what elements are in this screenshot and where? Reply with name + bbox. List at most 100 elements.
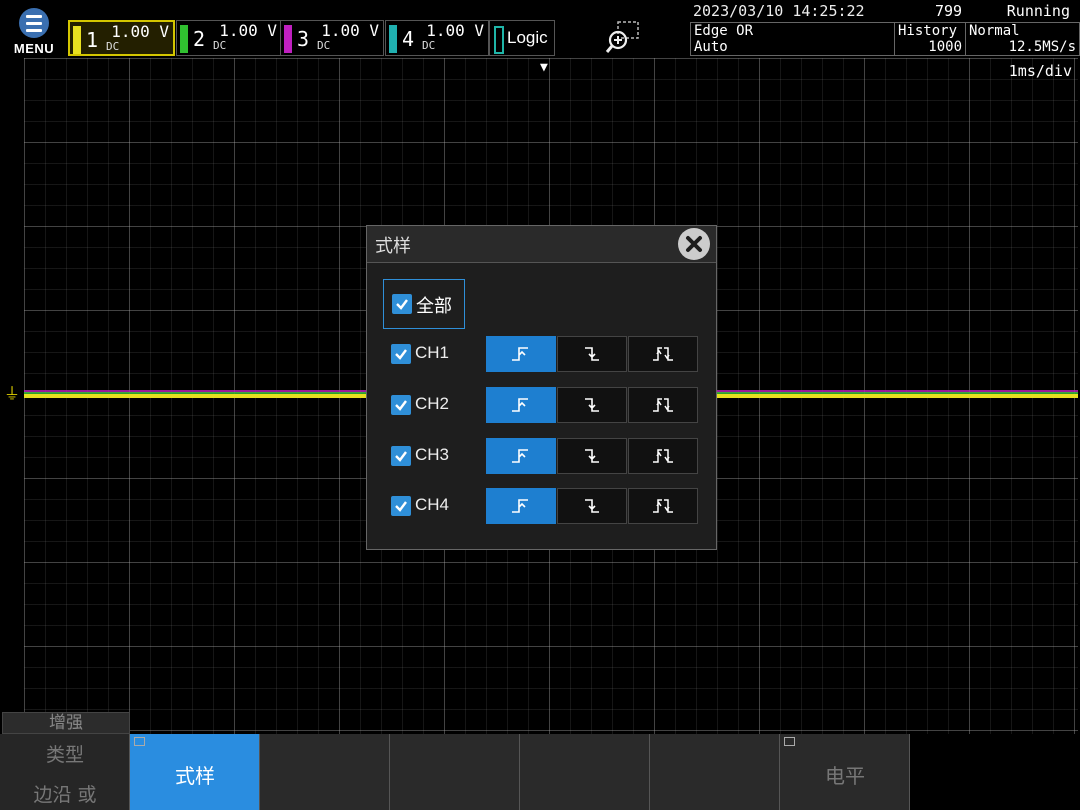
style-softkey-label: 式样 (175, 764, 215, 788)
channel-2-coupling: DC (213, 39, 227, 52)
channel-row-ch4: CH4 (391, 488, 701, 524)
history-label: History (898, 23, 958, 39)
falling-edge-icon (585, 449, 599, 463)
channel-2-color-bar (180, 25, 188, 53)
channel-1-coupling: DC (106, 40, 120, 53)
logic-label: Logic (507, 28, 548, 47)
channel-1-number: 1 (86, 28, 99, 52)
acquisition-mode: Normal (969, 23, 1020, 39)
rising-edge-icon (512, 347, 528, 361)
slope-dialog: 式样 全部 CH1 CH2 CH3 CH4 (366, 225, 717, 550)
ch2-checkbox[interactable] (391, 395, 411, 415)
ch2-rising-edge-button[interactable] (486, 387, 556, 423)
ch3-rising-edge-button[interactable] (486, 438, 556, 474)
both-edges-icon (653, 398, 673, 412)
ch3-checkbox[interactable] (391, 446, 411, 466)
level-softkey-label: 电平 (825, 764, 865, 788)
channel-row-ch2: CH2 (391, 387, 701, 423)
ch3-label: CH3 (415, 445, 450, 464)
channel-4-number: 4 (402, 27, 415, 51)
channel-4-color-bar (389, 25, 397, 53)
status-panel: 2023/03/10 14:25:22 799 Running Edge OR … (690, 0, 1080, 58)
ground-marker-icon[interactable]: ⏚ (4, 380, 20, 404)
channel-row-ch3: CH3 (391, 438, 701, 474)
both-edges-icon (653, 499, 673, 513)
ch1-both-edges-button[interactable] (628, 336, 698, 372)
softkey-3[interactable] (260, 734, 390, 810)
history-info[interactable]: History 1000 (894, 22, 966, 56)
trigger-type-softkey-value: 边沿 或 (33, 784, 97, 806)
falling-edge-icon (585, 347, 599, 361)
channel-3-coupling: DC (317, 39, 331, 52)
channel-4-indicator[interactable]: 4 1.00 V DC (385, 20, 489, 56)
ch1-rising-edge-button[interactable] (486, 336, 556, 372)
trigger-info[interactable]: Edge OR Auto (690, 22, 895, 56)
ch2-both-edges-button[interactable] (628, 387, 698, 423)
channel-1-color-bar (73, 26, 81, 54)
acquisition-count: 799 (935, 2, 963, 20)
channel-3-number: 3 (297, 27, 310, 51)
submenu-icon (134, 737, 145, 746)
datetime: 2023/03/10 14:25:22 (693, 2, 865, 20)
ch1-falling-edge-button[interactable] (557, 336, 627, 372)
channel-4-coupling: DC (422, 39, 436, 52)
logic-color-bar (494, 26, 504, 54)
trigger-type-softkey-label: 类型 (45, 744, 84, 766)
trigger-mode: Auto (694, 39, 728, 55)
close-icon[interactable] (678, 228, 710, 260)
channel-2-number: 2 (193, 27, 206, 51)
ch4-falling-edge-button[interactable] (557, 488, 627, 524)
rising-edge-icon (512, 449, 528, 463)
channel-1-scale: 1.00 V (111, 22, 169, 41)
softkey-bar: 增强 类型 边沿 或 式样 电平 (0, 712, 1080, 810)
channel-row-ch1: CH1 (391, 336, 701, 372)
softkey-6[interactable] (650, 734, 780, 810)
acquisition-info[interactable]: Normal 12.5MS/s (965, 22, 1080, 56)
falling-edge-icon (585, 398, 599, 412)
channel-2-indicator[interactable]: 2 1.00 V DC (176, 20, 282, 56)
sample-rate: 12.5MS/s (1008, 39, 1076, 55)
select-all-label: 全部 (416, 296, 452, 317)
ch2-falling-edge-button[interactable] (557, 387, 627, 423)
dialog-titlebar: 式样 (367, 226, 716, 263)
timebase-readout: 1ms/div (1008, 62, 1072, 80)
ch1-label: CH1 (415, 343, 450, 362)
menu-icon (19, 8, 49, 38)
both-edges-icon (653, 449, 673, 463)
both-edges-icon (653, 347, 673, 361)
channel-2-scale: 1.00 V (219, 21, 277, 40)
ch4-label: CH4 (415, 495, 450, 514)
ch4-rising-edge-button[interactable] (486, 488, 556, 524)
falling-edge-icon (585, 499, 599, 513)
enhance-tab[interactable]: 增强 (2, 712, 130, 734)
rising-edge-icon (512, 499, 528, 513)
channel-3-indicator[interactable]: 3 1.00 V DC (280, 20, 384, 56)
ch1-checkbox[interactable] (391, 344, 411, 364)
dialog-title: 式样 (375, 236, 411, 257)
ch4-both-edges-button[interactable] (628, 488, 698, 524)
channel-3-scale: 1.00 V (321, 21, 379, 40)
channel-1-indicator[interactable]: 1 1.00 V DC (68, 20, 175, 56)
style-softkey[interactable]: 式样 (130, 734, 260, 810)
run-state[interactable]: Running (1007, 2, 1070, 20)
top-bar: MENU 1 1.00 V DC 2 1.00 V DC 3 1.00 V DC… (0, 0, 1080, 58)
menu-button[interactable]: MENU (8, 6, 60, 56)
softkey-4[interactable] (390, 734, 520, 810)
ch4-checkbox[interactable] (391, 496, 411, 516)
channel-4-scale: 1.00 V (426, 21, 484, 40)
ch3-both-edges-button[interactable] (628, 438, 698, 474)
zoom-in-icon[interactable] (604, 20, 642, 56)
level-softkey[interactable]: 电平 (780, 734, 910, 810)
softkey-5[interactable] (520, 734, 650, 810)
menu-label: MENU (13, 41, 55, 56)
trigger-type-softkey[interactable]: 类型 边沿 或 (0, 734, 130, 810)
select-all-checkbox[interactable]: 全部 (383, 279, 465, 329)
trigger-type: Edge OR (694, 23, 754, 39)
trigger-position-marker-icon[interactable]: ▼ (540, 60, 548, 75)
ch2-label: CH2 (415, 394, 450, 413)
logic-indicator[interactable]: Logic (489, 20, 555, 56)
checkmark-icon (392, 294, 412, 314)
submenu-icon (784, 737, 795, 746)
ch3-falling-edge-button[interactable] (557, 438, 627, 474)
channel-3-color-bar (284, 25, 292, 53)
